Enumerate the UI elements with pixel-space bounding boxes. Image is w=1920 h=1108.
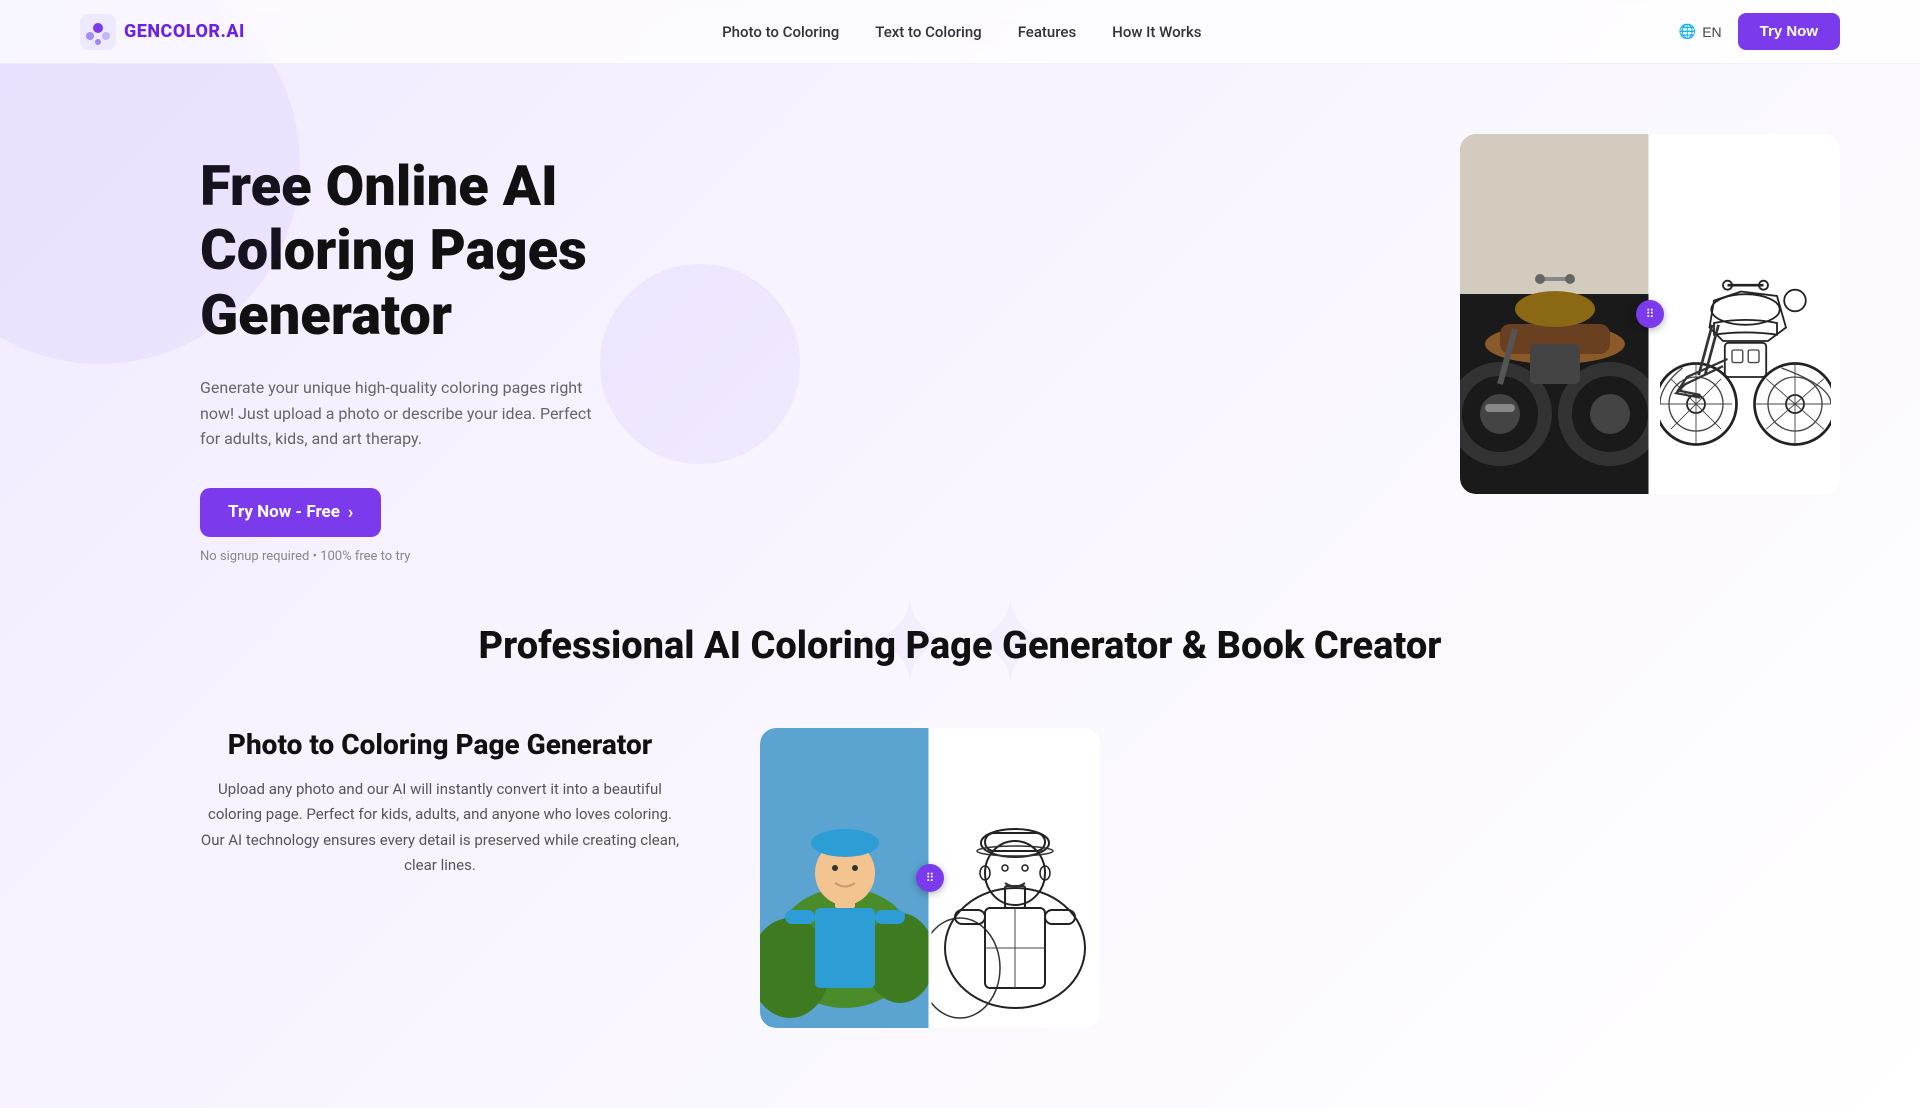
feature-coloring-side [930, 728, 1100, 1028]
cta-label: Try Now - Free [228, 502, 340, 522]
split-handle[interactable]: ⠿ [1636, 300, 1664, 328]
cta-arrow-icon: › [348, 502, 353, 523]
feature-handle-icon: ⠿ [926, 871, 935, 885]
feature-split-handle[interactable]: ⠿ [916, 864, 944, 892]
hero-cta-button[interactable]: Try Now - Free › [200, 488, 381, 537]
feature-1-title: Photo to Coloring Page Generator [200, 728, 680, 761]
hero-section: Free Online AI Coloring Pages Generator … [0, 64, 1920, 604]
feature-1-text: Photo to Coloring Page Generator Upload … [200, 728, 680, 879]
feature-photo-side [760, 728, 930, 1028]
section-2-title: Professional AI Coloring Page Generator … [80, 624, 1840, 668]
feature-1-image-container: ⠿ [760, 728, 1100, 1028]
hero-coloring-side [1650, 134, 1840, 494]
nav-how-it-works[interactable]: How It Works [1112, 23, 1201, 41]
hero-subtitle: Generate your unique high-quality colori… [200, 375, 600, 452]
logo-icon [80, 14, 116, 50]
nav-right: 🌐 EN Try Now [1679, 13, 1840, 50]
no-signup-text: No signup required • 100% free to try [200, 549, 720, 564]
logo-link[interactable]: GENCOLOR.AI [80, 14, 245, 50]
nav-photo-to-coloring[interactable]: Photo to Coloring [722, 23, 839, 41]
navbar: GENCOLOR.AI Photo to Coloring Text to Co… [0, 0, 1920, 64]
globe-icon: 🌐 [1679, 23, 1696, 40]
nav-text-to-coloring[interactable]: Text to Coloring [875, 23, 981, 41]
lang-label: EN [1702, 24, 1721, 40]
language-button[interactable]: 🌐 EN [1679, 23, 1722, 40]
moto-photo-svg [1460, 134, 1650, 494]
nav-links: Photo to Coloring Text to Coloring Featu… [722, 22, 1201, 41]
logo-text: GENCOLOR.AI [124, 21, 245, 42]
feature-row-1: Photo to Coloring Page Generator Upload … [80, 728, 1840, 1048]
hero-photo-side [1460, 134, 1650, 494]
feature-1-desc: Upload any photo and our AI will instant… [200, 777, 680, 879]
nav-features[interactable]: Features [1018, 23, 1076, 41]
handle-icon: ⠿ [1646, 307, 1655, 321]
child-coloring-svg [930, 728, 1100, 1028]
hero-title: Free Online AI Coloring Pages Generator [200, 154, 720, 347]
motorcycle-photo [1460, 134, 1650, 494]
moto-outline-svg [1660, 152, 1831, 476]
hero-content: Free Online AI Coloring Pages Generator … [200, 124, 720, 564]
try-now-nav-button[interactable]: Try Now [1738, 13, 1840, 50]
hero-split-image-container: ⠿ [1460, 134, 1840, 494]
section-2: ✦✦ Professional AI Coloring Page Generat… [0, 604, 1920, 1108]
child-photo-svg [760, 728, 930, 1028]
